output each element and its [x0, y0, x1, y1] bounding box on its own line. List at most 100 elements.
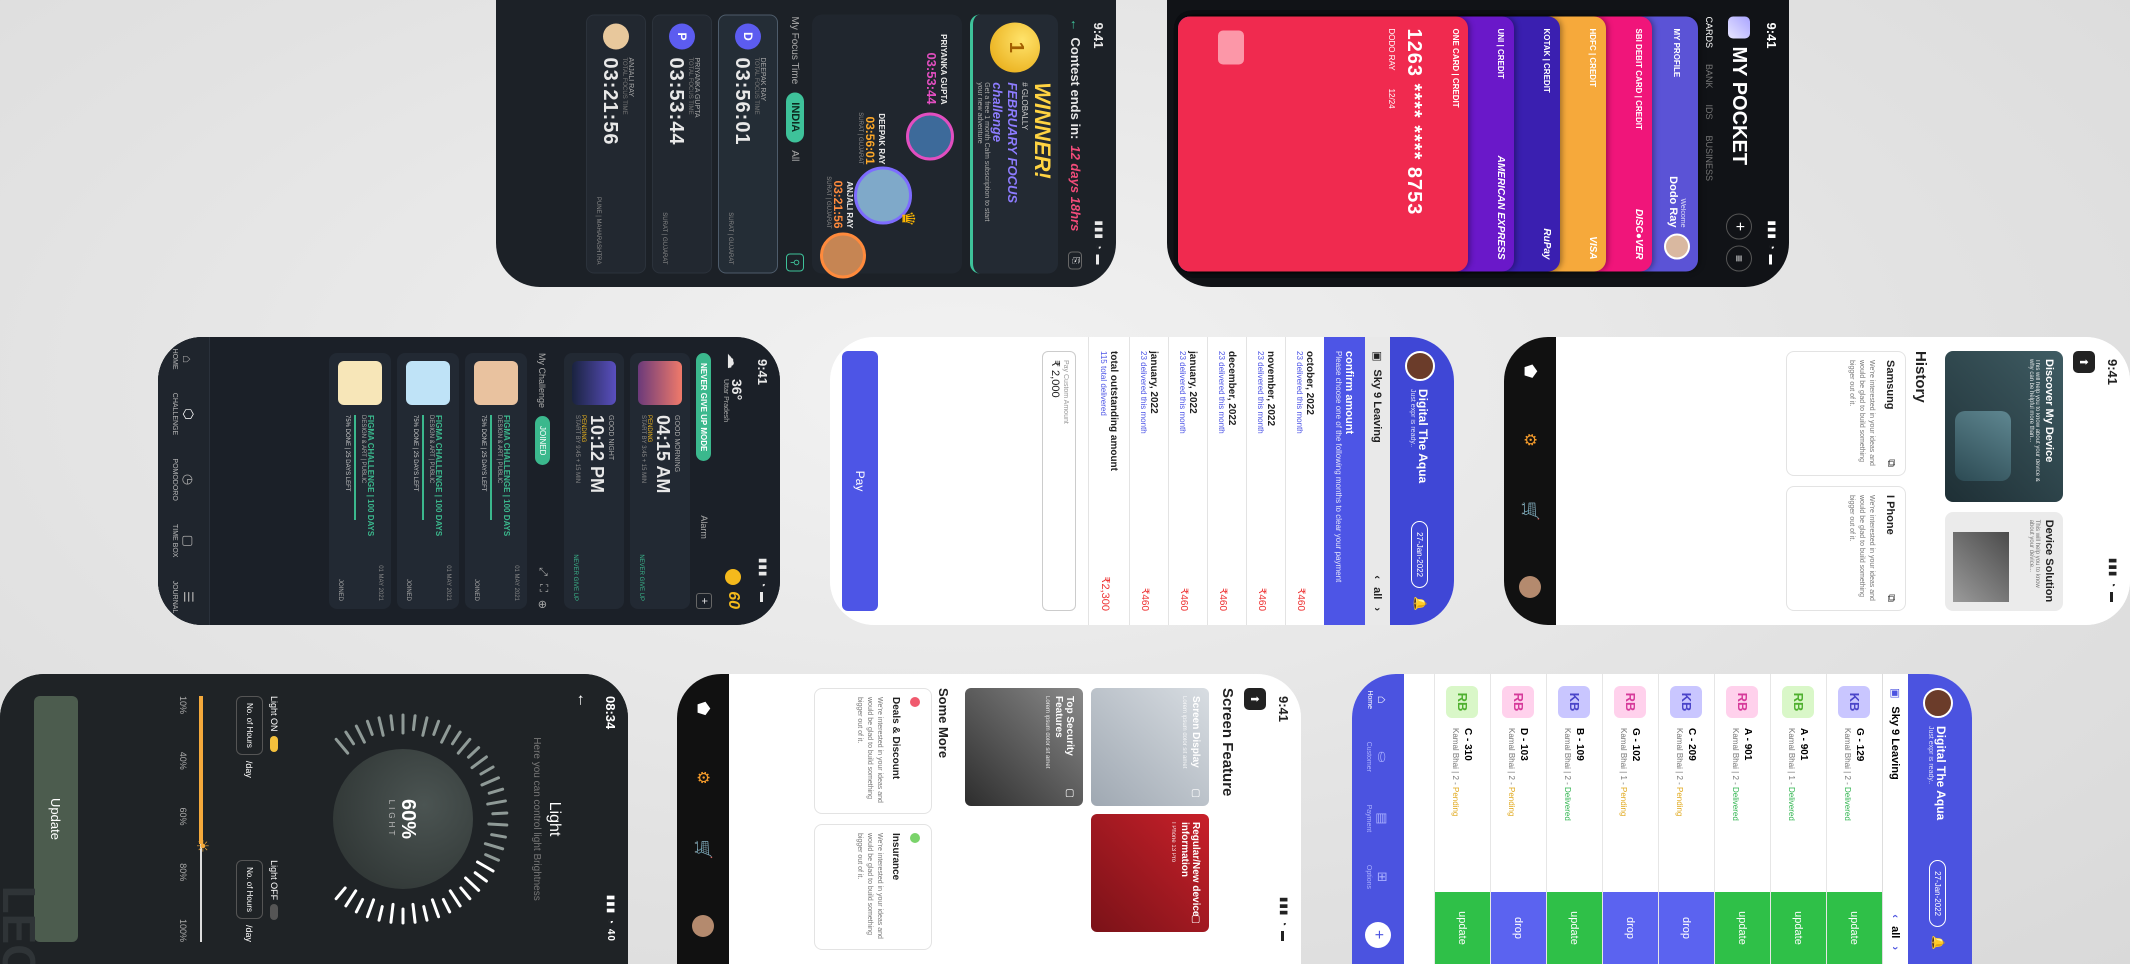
nav-item-home[interactable]: ⌂ HOME — [172, 349, 196, 370]
never-give-up-badge[interactable]: NEVER GIVE UP MODE — [696, 353, 712, 462]
table-row[interactable]: RB D - 103 Kamal Bhai | 2 - Pending drop — [1490, 674, 1546, 964]
custom-amount-field[interactable]: Pay Custom Amount ₹ 2,000 — [1042, 351, 1076, 611]
drop-button[interactable]: drop — [1491, 892, 1546, 964]
device-solution-card[interactable]: Device Solution This will help you to kn… — [1945, 511, 2063, 611]
nav-item-options[interactable]: ⊞ Options — [1366, 865, 1391, 889]
expand-icon[interactable]: ⤢ — [536, 567, 549, 576]
copy-icon[interactable]: ⧉ — [1884, 459, 1897, 467]
back-arrow-icon[interactable]: ⬆ — [1244, 688, 1266, 710]
alarm-card[interactable]: GOOD MORNING 04:15 AM PENDING START BY 3:45… — [630, 353, 690, 609]
tab-india[interactable]: INDIA — [786, 91, 804, 142]
tab-cards[interactable]: CARDS — [1704, 16, 1714, 48]
nav-item-time-box[interactable]: ▢ TIME BOX — [171, 524, 196, 557]
share-icon[interactable]: ⎘ — [1068, 251, 1083, 269]
chevron-right-icon[interactable]: › — [1890, 946, 1902, 950]
update-button[interactable]: update — [1435, 892, 1490, 964]
challenge-card[interactable]: FIGMA CHALLENGE | 100 DAYS DESIGN & ART |… — [465, 353, 527, 609]
tab-all[interactable]: All — [790, 150, 801, 161]
menu-icon[interactable]: ≡ — [1726, 245, 1752, 271]
update-button[interactable]: update — [1771, 892, 1826, 964]
back-arrow-icon[interactable]: ← — [1068, 18, 1083, 31]
tab-ids[interactable]: IDS — [1704, 104, 1714, 119]
light-on-toggle[interactable] — [270, 735, 278, 752]
chevron-left-icon[interactable]: ‹ — [1890, 914, 1902, 918]
challenge-card[interactable]: FIGMA CHALLENGE | 100 DAYS DESIGN & ART |… — [329, 353, 391, 609]
date-chip[interactable]: 27-Jan-2022 — [1929, 860, 1947, 928]
filter-all[interactable]: all — [1372, 587, 1384, 599]
copy-icon[interactable]: ⧉ — [1884, 594, 1897, 602]
nav-item-customer[interactable]: ⛀ Customer — [1366, 742, 1391, 772]
filter-all[interactable]: all — [1890, 926, 1902, 938]
feature-card[interactable]: Screen Display Lorem ipsum dolor sit amet… — [1091, 688, 1209, 806]
discover-card[interactable]: Discover My Device This will help you to… — [1945, 351, 2063, 502]
table-row[interactable]: RB A - 901 Kamal Bhai | 2 - Delivered updat… — [1714, 674, 1770, 964]
notification-icon[interactable]: 🔔 — [1413, 596, 1427, 611]
month-row[interactable]: december, 2022 23 delivered this month ₹46… — [1207, 337, 1246, 625]
home-icon[interactable]: ⬟ — [693, 701, 713, 715]
nav-item-home[interactable]: ⌂ Home — [1366, 690, 1390, 709]
wallet-card[interactable]: ONE CARD | CREDIT 1263 **** **** 8753 DODO… — [1178, 16, 1468, 271]
date-chip[interactable]: 27-Jan-2022 — [1411, 521, 1429, 589]
table-row[interactable]: RB G - 102 Kamal Bhai | 1 - Pending drop — [1602, 674, 1658, 964]
cart-icon[interactable]: 🛒 — [1520, 501, 1540, 521]
scan-icon[interactable]: ⛶ — [536, 584, 549, 592]
month-row[interactable]: october, 2022 23 delivered this month ₹460 — [1285, 337, 1324, 625]
settings-sliders-icon[interactable]: ⚙ — [1520, 433, 1540, 447]
nav-item-challenge[interactable]: ⬡ CHALLENGE — [171, 393, 196, 435]
nav-item-payment[interactable]: ▤ Payment — [1366, 805, 1391, 833]
chevron-left-icon[interactable]: ‹ — [1372, 575, 1384, 579]
more-card[interactable]: Deals & Discount We're interested in your… — [814, 688, 932, 814]
leaderboard-card[interactable]: ANJALI RAY TOTAL FOCUS TIME 03:21:56 PUNE |… — [586, 14, 646, 273]
table-row[interactable]: RB C - 310 Kamal Bhai | 2 - Pending update — [1434, 674, 1490, 964]
chevron-right-icon[interactable]: › — [1372, 607, 1384, 611]
back-arrow-icon[interactable]: ← — [574, 692, 591, 708]
settings-sliders-icon[interactable]: ⚙ — [693, 770, 713, 784]
joined-tab[interactable]: JOINED — [535, 416, 550, 466]
leaderboard-card[interactable]: D DEEPAK RAY TOTAL FOCUS TIME 03:56:01 SURAT… — [718, 14, 778, 273]
brightness-dial[interactable]: 60% LIGHT — [293, 709, 513, 929]
custom-amount-value[interactable]: ₹ 2,000 — [1049, 360, 1062, 602]
month-row[interactable]: november, 2022 23 delivered this month ₹46… — [1246, 337, 1285, 625]
add-alarm-icon[interactable]: + — [696, 593, 712, 609]
table-row[interactable]: RB A - 901 Kamal Bhai | 1 - Delivered updat… — [1770, 674, 1826, 964]
add-icon[interactable]: + — [1365, 921, 1391, 948]
feature-card[interactable]: Regular/New device information I Phone 13… — [1091, 814, 1209, 932]
home-icon[interactable]: ⬟ — [1520, 364, 1540, 378]
challenge-card[interactable]: FIGMA CHALLENGE | 100 DAYS DESIGN & ART |… — [397, 353, 459, 609]
drop-button[interactable]: drop — [1659, 892, 1714, 964]
table-row[interactable]: KB C - 209 Kamal Bhai | 2 - Pending drop — [1658, 674, 1714, 964]
add-card-icon[interactable]: + — [1726, 213, 1752, 239]
update-button[interactable]: update — [1715, 892, 1770, 964]
more-card[interactable]: Insurance We're interested in your ideas … — [814, 824, 932, 950]
history-card[interactable]: I Phone ⧉ We're interested in your ideas a… — [1786, 486, 1906, 611]
table-row[interactable]: KB G - 129 Kamal Bhai | 2 - Delivered updat… — [1826, 674, 1882, 964]
hours-on-field[interactable]: No. of Hours — [236, 696, 263, 755]
tab-business[interactable]: BUSINESS — [1704, 135, 1714, 181]
feature-card[interactable]: Top Security Features Lorem ipsum dolor s… — [965, 688, 1083, 806]
tab-focus-time[interactable]: My Focus Time — [790, 16, 801, 84]
filter-icon[interactable]: ⚲ — [786, 253, 804, 271]
history-card[interactable]: Samsung ⧉ We're interested in your ideas a… — [1786, 351, 1906, 476]
brightness-slider[interactable]: ☀ 10% 40% 60% 80% 100% — [178, 696, 214, 942]
pay-button[interactable]: Pay — [842, 351, 878, 611]
cart-icon[interactable]: 🛒 — [693, 840, 713, 860]
tab-bank[interactable]: BANK — [1704, 64, 1714, 89]
month-row[interactable]: january, 2022 23 delivered this month ₹460 — [1129, 337, 1168, 625]
hours-off-field[interactable]: No. of Hours — [236, 860, 263, 919]
alarm-card[interactable]: GOOD NIGHT 10:12 PM PENDING START BY 9:45 +… — [564, 353, 624, 609]
update-button[interactable]: update — [1547, 892, 1602, 964]
sun-handle-icon[interactable]: ☀ — [192, 839, 212, 853]
avatar[interactable] — [692, 914, 714, 937]
nav-item-pomodoro[interactable]: ◷ POMODORO — [171, 458, 196, 500]
table-row[interactable]: KB B - 109 Kamal Bhai | 2 - Delivered updat… — [1546, 674, 1602, 964]
avatar[interactable] — [1519, 575, 1541, 598]
drop-button[interactable]: drop — [1603, 892, 1658, 964]
leaderboard-card[interactable]: P PRIYANKA GUPTA TOTAL FOCUS TIME 03:53:44 S… — [652, 14, 712, 273]
update-button[interactable]: update — [1827, 892, 1882, 964]
light-off-toggle[interactable] — [270, 904, 278, 921]
add-challenge-icon[interactable]: ⊕ — [536, 600, 549, 609]
month-row[interactable]: january, 2022 23 delivered this month ₹460 — [1168, 337, 1207, 625]
notification-icon[interactable]: 🔔 — [1931, 935, 1945, 950]
back-arrow-icon[interactable]: ⬆ — [2073, 351, 2095, 373]
nav-item-journal[interactable]: ☰ JOURNAL — [171, 581, 196, 614]
